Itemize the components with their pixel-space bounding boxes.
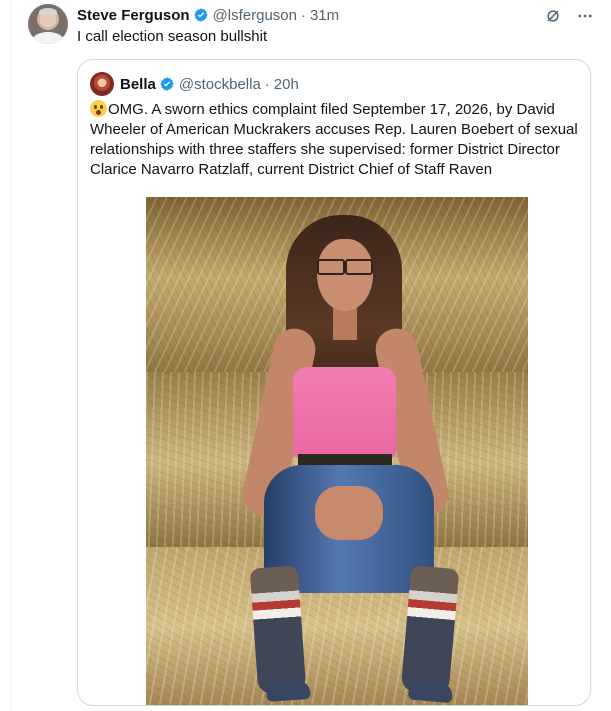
more-icon[interactable] — [575, 6, 595, 26]
tweet-actions — [543, 6, 595, 26]
quoted-author-avatar[interactable] — [90, 72, 114, 96]
tweet[interactable]: Steve Ferguson @lsferguson · 31m I call — [10, 0, 611, 711]
verified-badge-icon — [159, 76, 175, 92]
author-avatar[interactable] — [28, 4, 68, 44]
photo-subject — [216, 197, 460, 705]
surprised-emoji-icon — [90, 100, 107, 117]
quoted-time-separator: · — [264, 75, 270, 93]
glasses-icon — [314, 259, 376, 275]
verified-badge-icon — [193, 7, 209, 23]
boot-icon — [249, 565, 307, 695]
quoted-author-handle[interactable]: @stockbella — [179, 76, 261, 93]
quoted-post-time[interactable]: 20h — [274, 76, 299, 93]
tweet-text: I call election season bullshit — [77, 28, 268, 45]
slashed-circle-icon[interactable] — [543, 6, 563, 26]
quoted-author-name[interactable]: Bella — [120, 76, 156, 93]
quoted-tweet[interactable]: Bella @stockbella · 20h OMG. A sworn eth… — [77, 59, 591, 706]
time-separator: · — [300, 6, 306, 24]
quoted-tweet-body: OMG. A sworn ethics complaint filed Sept… — [90, 101, 578, 178]
post-time[interactable]: 31m — [310, 7, 339, 24]
quoted-tweet-text: OMG. A sworn ethics complaint filed Sept… — [90, 100, 578, 180]
boot-icon — [400, 565, 460, 695]
author-name[interactable]: Steve Ferguson — [77, 7, 190, 24]
quoted-tweet-photo[interactable] — [146, 197, 528, 705]
author-handle[interactable]: @lsferguson — [213, 7, 297, 24]
quoted-tweet-header: Bella @stockbella · 20h — [90, 72, 299, 96]
tweet-header: Steve Ferguson @lsferguson · 31m — [77, 5, 339, 25]
